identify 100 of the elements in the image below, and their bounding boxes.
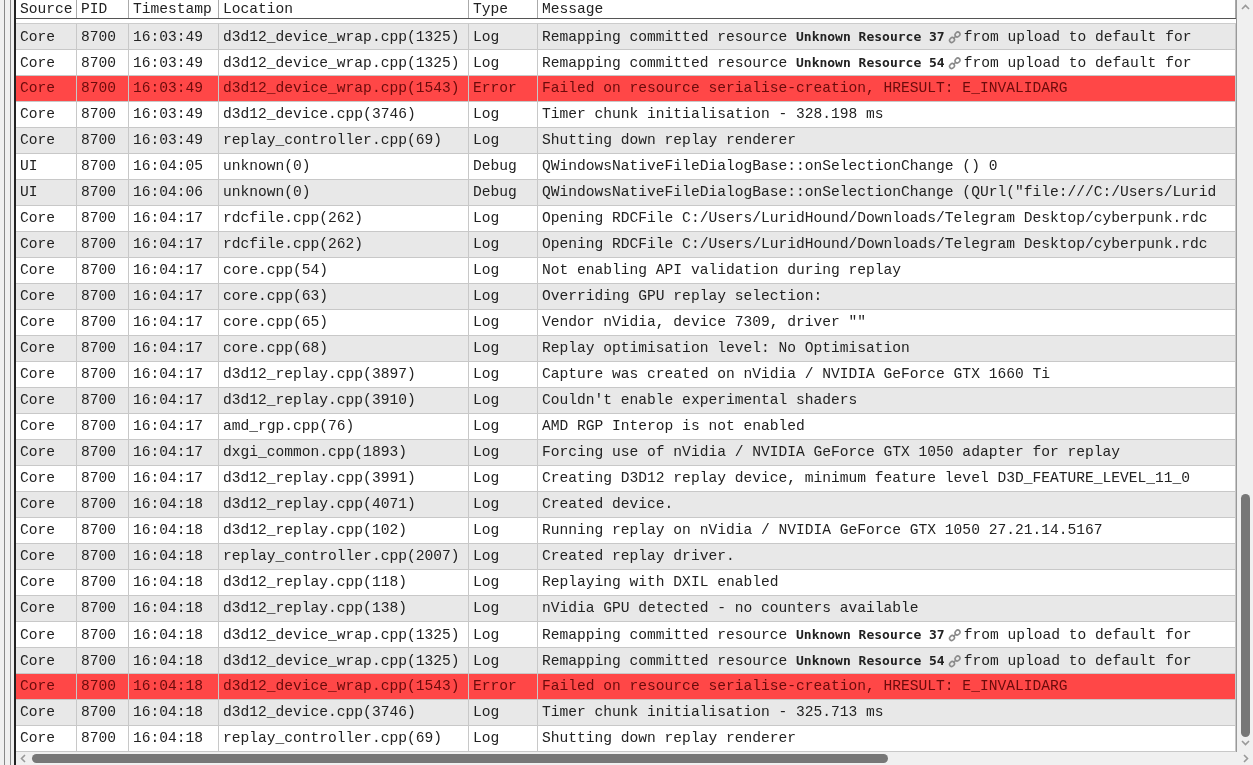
table-cell: 16:04:18 <box>129 674 219 699</box>
table-cell: 16:04:18 <box>129 726 219 751</box>
log-row[interactable]: Core 8700 16:04:17 d3d12_replay.cpp(3910) Log Couldn't enable experimental shaders <box>16 388 1236 414</box>
log-row[interactable]: Core 8700 16:04:17 rdcfile.cpp(262) Log Opening RDCFile C:/Users/LuridHound/Downloads/Telegram Desktop/cyberpunk.rdc <box>16 206 1236 232</box>
table-cell: unknown(0) <box>219 180 469 205</box>
table-cell: d3d12_replay.cpp(118) <box>219 570 469 595</box>
log-row[interactable]: Core 8700 16:03:49 replay_controller.cpp(69) Log Shutting down replay renderer <box>16 128 1236 154</box>
scroll-right-icon[interactable] <box>1243 754 1249 763</box>
table-cell: 16:04:17 <box>129 388 219 413</box>
table-cell: 8700 <box>77 440 129 465</box>
column-header[interactable]: Timestamp <box>129 0 219 18</box>
table-cell: 8700 <box>77 284 129 309</box>
column-header[interactable]: PID <box>77 0 129 18</box>
log-row[interactable]: Core 8700 16:03:49 d3d12_device.cpp(3746) Log Timer chunk initialisation - 328.198 ms <box>16 102 1236 128</box>
table-cell: Core <box>16 102 77 127</box>
log-row[interactable]: Core 8700 16:04:17 amd_rgp.cpp(76) Log AMD RGP Interop is not enabled <box>16 414 1236 440</box>
message-text: from upload to default for <box>963 53 1192 73</box>
table-cell: Core <box>16 232 77 257</box>
table-cell: Core <box>16 544 77 569</box>
log-row[interactable]: Core 8700 16:04:18 d3d12_device_wrap.cpp(1325) Log Remapping committed resource Unknown Resource 37 from upload to default for <box>16 622 1236 648</box>
scroll-up-icon[interactable] <box>1240 4 1250 10</box>
table-cell: 16:04:17 <box>129 466 219 491</box>
table-cell: 16:04:05 <box>129 154 219 179</box>
table-cell: 16:04:06 <box>129 180 219 205</box>
scrollbar-thumb[interactable] <box>1240 494 1250 737</box>
log-row[interactable]: Core 8700 16:04:17 core.cpp(54) Log Not enabling API validation during replay <box>16 258 1236 284</box>
table-cell: UI <box>16 180 77 205</box>
message-text: Remapping committed resource Unknown Resource 37 <box>542 626 945 645</box>
error-row[interactable]: Core 8700 16:04:18 d3d12_device_wrap.cpp(1543) Error Failed on resource serialise-creation, HRESULT: E_INVALIDARG <box>16 674 1236 700</box>
log-row[interactable]: UI 8700 16:04:06 unknown(0) Debug QWindowsNativeFileDialogBase::onSelectionChange (QUrl("file:///C:/Users/Lurid <box>16 180 1236 206</box>
table-cell: Core <box>16 284 77 309</box>
message-text: Remapping committed resource Unknown Resource 37 <box>542 28 945 47</box>
table-cell: 8700 <box>77 128 129 153</box>
link-icon[interactable] <box>947 30 962 44</box>
table-cell: Core <box>16 362 77 387</box>
log-row[interactable]: Core 8700 16:04:17 core.cpp(63) Log Overriding GPU replay selection: <box>16 284 1236 310</box>
link-icon[interactable] <box>947 628 962 642</box>
log-row[interactable]: Core 8700 16:04:18 replay_controller.cpp(69) Log Shutting down replay renderer <box>16 726 1236 752</box>
table-cell: Core <box>16 336 77 361</box>
link-icon[interactable] <box>947 56 962 70</box>
table-cell: 16:04:18 <box>129 596 219 621</box>
table-cell: Log <box>469 518 538 543</box>
link-icon[interactable] <box>947 654 962 668</box>
table-cell: Core <box>16 518 77 543</box>
table-cell: 8700 <box>77 596 129 621</box>
table-cell: 16:03:49 <box>129 76 219 101</box>
scroll-down-icon[interactable] <box>1240 740 1250 746</box>
log-row[interactable]: Core 8700 16:04:17 core.cpp(65) Log Vendor nVidia, device 7309, driver "" <box>16 310 1236 336</box>
table-cell: 16:04:17 <box>129 440 219 465</box>
table-cell: Log <box>469 492 538 517</box>
table-cell: Core <box>16 76 77 101</box>
log-row[interactable]: Core 8700 16:04:18 replay_controller.cpp(2007) Log Created replay driver. <box>16 544 1236 570</box>
message-text: Remapping committed resource Unknown Resource 54 <box>542 54 945 73</box>
log-row[interactable]: Core 8700 16:04:17 rdcfile.cpp(262) Log Opening RDCFile C:/Users/LuridHound/Downloads/Telegram Desktop/cyberpunk.rdc <box>16 232 1236 258</box>
log-row[interactable]: Core 8700 16:04:17 d3d12_replay.cpp(3897) Log Capture was created on nVidia / NVIDIA GeForce GTX 1660 Ti <box>16 362 1236 388</box>
table-cell: Core <box>16 570 77 595</box>
log-row[interactable]: Core 8700 16:04:18 d3d12_replay.cpp(4071) Log Created device. <box>16 492 1236 518</box>
table-cell: Core <box>16 440 77 465</box>
table-cell: core.cpp(54) <box>219 258 469 283</box>
log-row[interactable]: Core 8700 16:03:49 d3d12_device_wrap.cpp(1325) Log Remapping committed resource Unknown Resource 54 from upload to default for <box>16 50 1236 76</box>
table-cell: 8700 <box>77 232 129 257</box>
table-cell: 16:04:18 <box>129 570 219 595</box>
error-row[interactable]: Core 8700 16:03:49 d3d12_device_wrap.cpp(1543) Error Failed on resource serialise-creation, HRESULT: E_INVALIDARG <box>16 76 1236 102</box>
column-header[interactable]: Location <box>219 0 469 18</box>
log-row[interactable]: Core 8700 16:03:49 d3d12_device_wrap.cpp(1325) Log Remapping committed resource Unknown Resource 37 from upload to default for <box>16 24 1236 50</box>
table-cell: Log <box>469 362 538 387</box>
log-row[interactable]: Core 8700 16:04:18 d3d12_replay.cpp(118) Log Replaying with DXIL enabled <box>16 570 1236 596</box>
table-cell: 8700 <box>77 76 129 101</box>
table-cell: replay_controller.cpp(69) <box>219 128 469 153</box>
table-cell: 16:04:17 <box>129 310 219 335</box>
log-row[interactable]: Core 8700 16:04:18 d3d12_device_wrap.cpp(1325) Log Remapping committed resource Unknown Resource 54 from upload to default for <box>16 648 1236 674</box>
table-cell: d3d12_replay.cpp(3991) <box>219 466 469 491</box>
table-cell: 8700 <box>77 154 129 179</box>
table-cell: 8700 <box>77 362 129 387</box>
log-row[interactable]: Core 8700 16:04:17 dxgi_common.cpp(1893) Log Forcing use of nVidia / NVIDIA GeForce GTX 1050 adapter for replay <box>16 440 1236 466</box>
table-cell: 8700 <box>77 336 129 361</box>
table-cell: Log <box>469 596 538 621</box>
log-row[interactable]: Core 8700 16:04:18 d3d12_device.cpp(3746) Log Timer chunk initialisation - 325.713 ms <box>16 700 1236 726</box>
column-header[interactable]: Source <box>16 0 77 18</box>
scrollbar-thumb[interactable] <box>32 754 888 763</box>
table-cell: 8700 <box>77 544 129 569</box>
table-cell: 16:04:17 <box>129 284 219 309</box>
log-row[interactable]: Core 8700 16:04:17 core.cpp(68) Log Replay optimisation level: No Optimisation <box>16 336 1236 362</box>
log-row[interactable]: UI 8700 16:04:05 unknown(0) Debug QWindowsNativeFileDialogBase::onSelectionChange () 0 <box>16 154 1236 180</box>
table-cell: d3d12_replay.cpp(138) <box>219 596 469 621</box>
scroll-left-icon[interactable] <box>20 754 26 763</box>
table-cell: Core <box>16 700 77 725</box>
table-cell: d3d12_device_wrap.cpp(1543) <box>219 674 469 699</box>
table-cell: d3d12_device.cpp(3746) <box>219 700 469 725</box>
table-cell: Log <box>469 570 538 595</box>
table-cell: 16:04:18 <box>129 492 219 517</box>
table-cell: Log <box>469 284 538 309</box>
log-row[interactable]: Core 8700 16:04:18 d3d12_replay.cpp(138) Log nVidia GPU detected - no counters available <box>16 596 1236 622</box>
table-cell: 8700 <box>77 700 129 725</box>
log-row[interactable]: Core 8700 16:04:18 d3d12_replay.cpp(102) Log Running replay on nVidia / NVIDIA GeForce GTX 1050 27.21.14.5167 <box>16 518 1236 544</box>
table-cell: 16:04:18 <box>129 544 219 569</box>
log-row[interactable]: Core 8700 16:04:17 d3d12_replay.cpp(3991) Log Creating D3D12 replay device, minimum feature level D3D_FEATURE_LEVEL_11_0 <box>16 466 1236 492</box>
column-header[interactable]: Type <box>469 0 538 18</box>
table-cell: 16:04:17 <box>129 232 219 257</box>
table-cell: 8700 <box>77 414 129 439</box>
